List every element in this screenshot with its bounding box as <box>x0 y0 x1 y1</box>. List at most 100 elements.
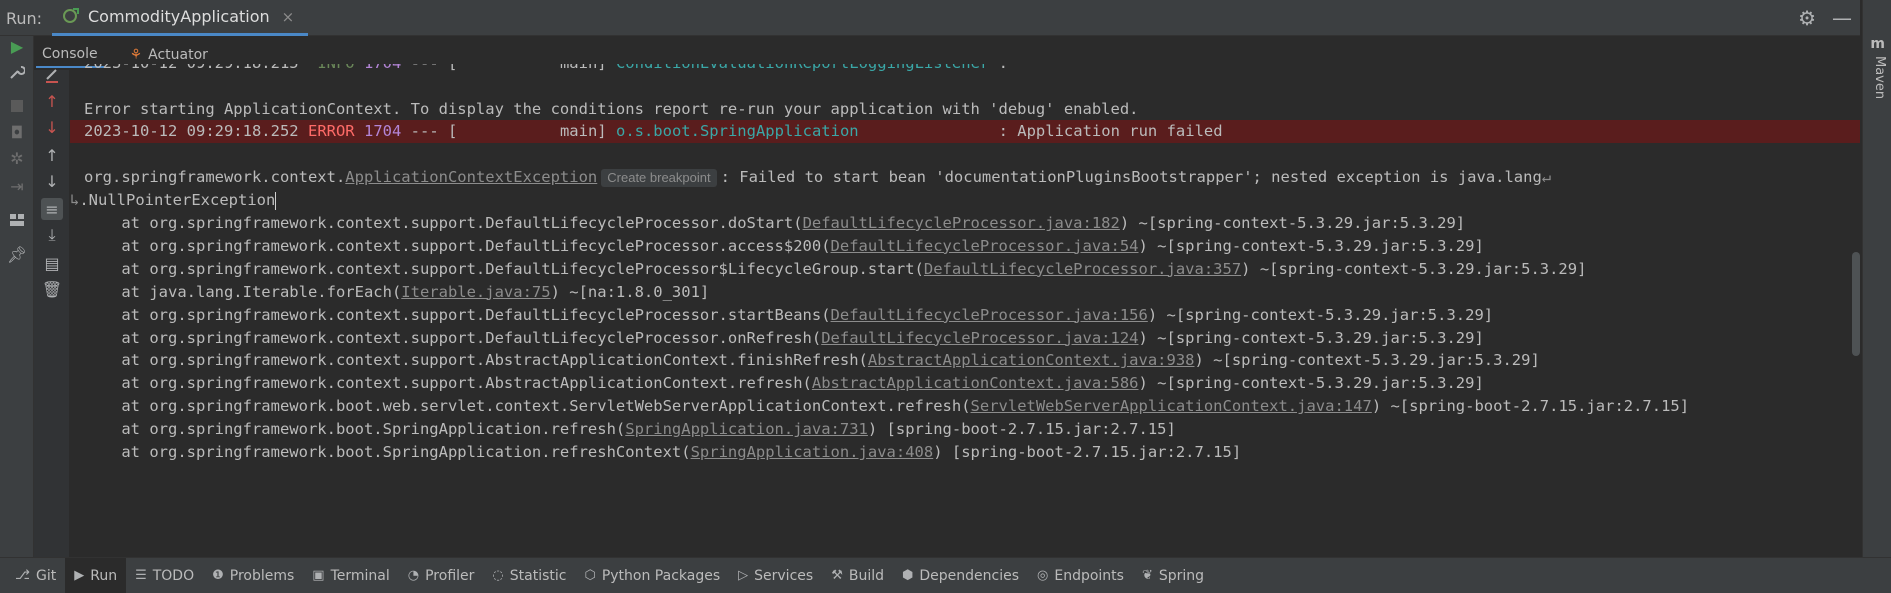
wrench-icon[interactable] <box>7 62 27 82</box>
previous-occurrence-icon[interactable]: ↑ <box>41 90 63 112</box>
up-arrow-icon[interactable]: ↑ <box>41 144 63 166</box>
stack-frame-line: at org.springframework.context.support.D… <box>84 212 1465 235</box>
run-toolwindow-header: Run: CommodityApplication × ⚙ — <box>0 0 1860 36</box>
stack-frame-line: at org.springframework.boot.SpringApplic… <box>84 418 1176 441</box>
run-icon: ▶ <box>74 568 85 583</box>
toolwindow-python-packages[interactable]: ⬡ Python Packages <box>575 558 729 593</box>
log-line-message: Error starting ApplicationContext. To di… <box>84 100 1139 118</box>
stack-frame-line: at org.springframework.context.support.A… <box>84 372 1484 395</box>
stack-frame-line: at org.springframework.context.support.A… <box>84 349 1539 372</box>
log-tail: : <box>989 64 1008 72</box>
stack-frame-jar: ) ~[spring-context-5.3.29.jar:5.3.29] <box>1138 374 1484 393</box>
stack-frame-source-link[interactable]: Iterable.java:75 <box>401 283 550 301</box>
toolwindow-todo[interactable]: ☰ TODO <box>126 558 203 593</box>
log-line-error: 2023-10-12 09:29:18.252 ERROR 1704 --- [… <box>84 120 1223 143</box>
run-config-tab[interactable]: CommodityApplication × <box>52 0 309 36</box>
toolwindow-spring[interactable]: ❦ Spring <box>1133 558 1213 593</box>
soft-wrap-mark-icon: ↵ <box>1541 168 1552 186</box>
scroll-to-end-icon[interactable]: ⤓ <box>41 224 63 246</box>
minimize-icon[interactable]: — <box>1832 6 1852 30</box>
console-actions-gutter: ↑ ↓ ↑ ↓ ≡ ⤓ ▤ 🗑︎ <box>34 69 70 557</box>
stack-frame-source-link[interactable]: AbstractApplicationContext.java:586 <box>812 374 1139 392</box>
vertical-scrollbar[interactable] <box>1852 252 1860 356</box>
bug-icon[interactable]: ✲ <box>7 148 27 168</box>
stack-frame-jar: ) [spring-boot-2.7.15.jar:2.7.15] <box>867 420 1176 439</box>
stack-frame-method: at org.springframework.boot.SpringApplic… <box>84 420 626 439</box>
tab-console-label: Console <box>42 46 98 62</box>
statistic-icon: ◌ <box>492 568 504 583</box>
toolwindow-profiler[interactable]: ◔ Profiler <box>399 558 484 593</box>
console-output[interactable]: 2023-10-12 09:29:18.215 INFO 1704 --- [ … <box>70 64 1860 557</box>
soft-wrap-icon[interactable]: ≡ <box>41 198 63 220</box>
layout-icon[interactable] <box>7 210 27 230</box>
gear-icon[interactable]: ⚙ <box>1798 6 1816 30</box>
stack-frame-line: at org.springframework.boot.SpringApplic… <box>84 441 1241 464</box>
terminal-icon: ▣ <box>312 568 325 583</box>
stack-frame-line: at org.springframework.context.support.D… <box>84 258 1586 281</box>
spring-boot-run-icon <box>62 6 80 28</box>
toolwindow-dependencies[interactable]: ⬢ Dependencies <box>893 558 1028 593</box>
stack-frame-source-link[interactable]: DefaultLifecycleProcessor.java:182 <box>803 214 1120 232</box>
toolwindow-endpoints[interactable]: ◎ Endpoints <box>1028 558 1133 593</box>
stack-frame-source-link[interactable]: ServletWebServerApplicationContext.java:… <box>971 397 1372 415</box>
stack-frame-method: at org.springframework.context.support.A… <box>84 374 812 393</box>
stack-frame-jar: ) ~[spring-context-5.3.29.jar:5.3.29] <box>1147 305 1494 324</box>
stack-frame-source-link[interactable]: SpringApplication.java:731 <box>625 420 868 438</box>
exit-icon[interactable]: ⇥ <box>7 176 27 196</box>
stack-frame-method: at org.springframework.context.support.D… <box>84 214 803 232</box>
toolwindow-label: Services <box>754 567 814 584</box>
endpoints-icon: ◎ <box>1037 568 1049 583</box>
right-tool-strip: m Maven <box>1862 0 1891 557</box>
stack-frame-source-link[interactable]: DefaultLifecycleProcessor.java:156 <box>831 306 1148 324</box>
stack-frame-source-link[interactable]: DefaultLifecycleProcessor.java:54 <box>831 237 1139 255</box>
toolwindow-git[interactable]: ⎇ Git <box>6 558 65 593</box>
maven-icon[interactable]: m <box>1870 36 1885 52</box>
clear-highlight-icon[interactable] <box>41 64 63 86</box>
exception-continuation: .NullPointerException <box>79 191 276 209</box>
log-pid: 1704 <box>364 64 401 72</box>
stack-frame-jar: ) ~[spring-context-5.3.29.jar:5.3.29] <box>1138 236 1484 255</box>
toolwindow-build[interactable]: ⚒ Build <box>822 558 893 593</box>
toolwindow-statistic[interactable]: ◌ Statistic <box>483 558 575 593</box>
stop-icon[interactable] <box>7 96 27 116</box>
down-arrow-icon[interactable]: ↓ <box>41 170 63 192</box>
stack-frame-method: at org.springframework.context.support.D… <box>84 236 831 255</box>
stack-frame-method: at java.lang.Iterable.forEach( <box>84 282 402 301</box>
log-timestamp: 2023-10-12 09:29:18.215 <box>84 64 299 72</box>
create-breakpoint-button[interactable]: Create breakpoint <box>601 169 717 187</box>
toolwindow-terminal[interactable]: ▣ Terminal <box>303 558 398 593</box>
dependencies-icon: ⬢ <box>902 568 914 583</box>
stack-frame-source-link[interactable]: AbstractApplicationContext.java:938 <box>868 351 1195 369</box>
stack-frame-line: at org.springframework.context.support.D… <box>84 235 1484 258</box>
toolwindow-services[interactable]: ▷ Services <box>729 558 822 593</box>
maven-panel-label[interactable]: Maven <box>1872 56 1887 99</box>
print-icon[interactable]: ▤ <box>41 252 63 274</box>
log-error-message: : Application run failed <box>858 122 1223 140</box>
pin-icon[interactable]: 📌︎ <box>7 244 27 264</box>
stack-frame-jar: ) ~[spring-boot-2.7.15.jar:2.7.15] <box>1371 397 1690 416</box>
stack-frame-source-link[interactable]: DefaultLifecycleProcessor.java:357 <box>924 260 1241 278</box>
toolwindow-run[interactable]: ▶ Run <box>65 557 127 593</box>
run-label: Run: <box>6 9 43 28</box>
close-tab-icon[interactable]: × <box>282 8 295 26</box>
tab-actuator-label: Actuator <box>148 47 208 63</box>
rerun-icon[interactable]: ▶ <box>7 36 27 56</box>
build-icon: ⚒ <box>831 568 843 583</box>
stack-frame-method: at org.springframework.context.support.D… <box>84 328 822 347</box>
camera-icon[interactable]: ◘ <box>7 122 27 142</box>
stack-frame-source-link[interactable]: DefaultLifecycleProcessor.java:124 <box>821 329 1138 347</box>
toolwindow-problems[interactable]: ❶ Problems <box>203 558 303 593</box>
stack-frame-method: at org.springframework.context.support.A… <box>84 351 868 370</box>
stack-frame-method: at org.springframework.boot.web.servlet.… <box>84 397 971 416</box>
trash-icon[interactable]: 🗑︎ <box>41 278 63 300</box>
next-occurrence-icon[interactable]: ↓ <box>41 116 63 138</box>
stack-frame-source-link[interactable]: SpringApplication.java:408 <box>691 443 934 461</box>
run-config-title: CommodityApplication <box>88 7 270 26</box>
exception-line: org.springframework.context.ApplicationC… <box>84 166 1551 189</box>
stack-frame-line: at org.springframework.context.support.D… <box>84 327 1483 350</box>
toolwindow-label: Terminal <box>330 567 390 584</box>
exception-class-link[interactable]: ApplicationContextException <box>345 168 597 186</box>
list-icon: ☰ <box>135 568 147 583</box>
log-thread: --- [ main] <box>411 64 607 72</box>
log-logger: o.s.boot.SpringApplication <box>615 122 859 140</box>
